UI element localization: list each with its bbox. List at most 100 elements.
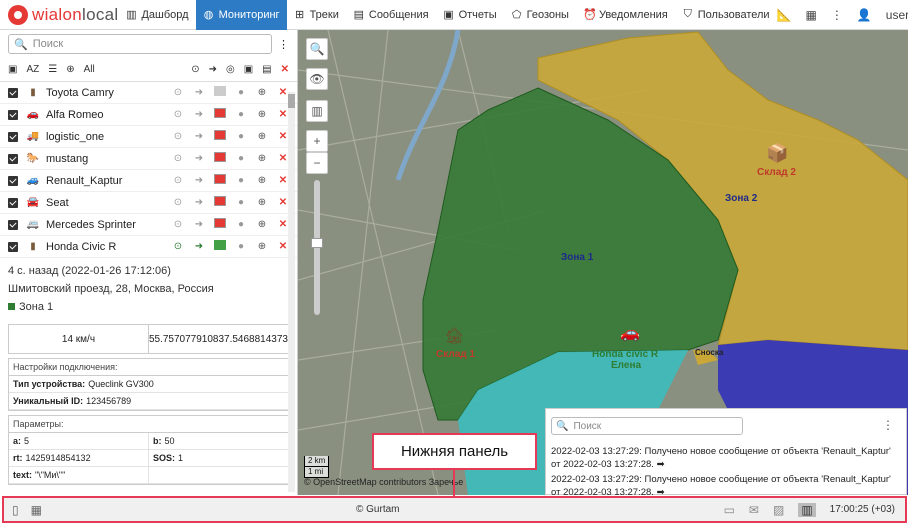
unit-row[interactable]: 🚙 Renault_Kaptur ⊙ ➜ ● ⊕ ✕ bbox=[0, 170, 297, 192]
unit-name[interactable]: mustang bbox=[46, 153, 172, 165]
unit-row[interactable]: 🐎 mustang ⊙ ➜ ● ⊕ ✕ bbox=[0, 148, 297, 170]
zoom-in-button[interactable]: + bbox=[306, 130, 328, 152]
unit-row[interactable]: 🚚 logistic_one ⊙ ➜ ● ⊕ ✕ bbox=[0, 126, 297, 148]
unit-marker-icon[interactable]: 🚗 bbox=[620, 323, 640, 343]
commands-icon[interactable]: ⊕ bbox=[256, 219, 268, 230]
locator-icon[interactable]: ⊙ bbox=[172, 219, 184, 230]
map-layers-icon[interactable]: ▥ bbox=[306, 100, 328, 122]
delete-column-icon[interactable]: ✕ bbox=[281, 64, 289, 75]
nav-item-4[interactable]: ▣ Отчеты bbox=[436, 0, 504, 30]
locator-icon[interactable]: ⊙ bbox=[172, 109, 184, 120]
unit-checkbox[interactable] bbox=[8, 109, 18, 120]
locator-icon[interactable]: ⊙ bbox=[172, 87, 184, 98]
commands-icon[interactable]: ⊕ bbox=[256, 131, 268, 142]
unit-list-scrollbar[interactable] bbox=[288, 92, 295, 492]
ruler-icon[interactable]: 📐 bbox=[777, 8, 792, 22]
unit-checkbox[interactable] bbox=[8, 153, 18, 164]
signal-icon bbox=[214, 108, 226, 121]
unit-map-label: Honda civic R bbox=[592, 349, 659, 360]
online-dot-icon: ● bbox=[237, 219, 245, 230]
unit-name[interactable]: Honda Civic R bbox=[46, 241, 172, 253]
nav-item-1[interactable]: ◍ Мониторинг bbox=[195, 0, 287, 30]
nav-item-5[interactable]: ⬠ Геозоны bbox=[504, 0, 576, 30]
messages-search-input[interactable]: 🔍 Поиск bbox=[551, 417, 743, 435]
motion-state-icon: ➜ bbox=[194, 219, 204, 230]
unit-name[interactable]: Mercedes Sprinter bbox=[46, 219, 172, 231]
globe-icon: ◍ bbox=[203, 9, 214, 21]
apps-grid-icon[interactable]: ▦ bbox=[806, 8, 817, 22]
sort-az-button[interactable]: AZ bbox=[26, 64, 39, 75]
add-units-icon[interactable]: ⊕ bbox=[66, 64, 74, 75]
user-icon[interactable]: 👤 bbox=[857, 8, 872, 22]
logo[interactable]: wialonlocal bbox=[0, 0, 118, 30]
unit-name[interactable]: Seat bbox=[46, 197, 172, 209]
warehouse-2-icon[interactable]: 📦 bbox=[766, 143, 788, 164]
locator-icon[interactable]: ⊙ bbox=[172, 241, 184, 252]
list-icon[interactable]: ☰ bbox=[48, 64, 57, 75]
unit-checkbox[interactable] bbox=[8, 219, 18, 230]
select-all-checkbox[interactable]: ▣ bbox=[8, 64, 17, 75]
nav-item-0[interactable]: ▥ Дашборд bbox=[118, 0, 195, 30]
unit-checkbox[interactable] bbox=[8, 197, 18, 208]
warehouse-1-icon[interactable]: 🏚 bbox=[444, 326, 464, 346]
commands-icon[interactable]: ⊕ bbox=[256, 197, 268, 208]
unit-coords: 55.7570779108 37.5468814373 bbox=[147, 325, 288, 353]
unit-checkbox[interactable] bbox=[8, 131, 18, 142]
apps-grid-icon[interactable]: ▦ bbox=[31, 503, 42, 517]
locator-column-icon[interactable]: ⊙ bbox=[191, 64, 199, 75]
locator-icon[interactable]: ⊙ bbox=[172, 197, 184, 208]
more-menu-icon[interactable]: ⋮ bbox=[831, 8, 843, 22]
unit-checkbox[interactable] bbox=[8, 241, 18, 252]
unit-name[interactable]: Toyota Camry bbox=[46, 87, 172, 99]
nav-label: Дашборд bbox=[141, 8, 189, 21]
unit-name[interactable]: Alfa Romeo bbox=[46, 109, 172, 121]
locator-icon[interactable]: ⊙ bbox=[172, 175, 184, 186]
layout-split-icon[interactable]: ▥ bbox=[798, 502, 816, 517]
map-visibility-icon[interactable]: 👁 bbox=[306, 68, 328, 90]
nav-item-7[interactable]: ⛉ Пользователи bbox=[675, 0, 777, 30]
unit-name[interactable]: Renault_Kaptur bbox=[46, 175, 172, 187]
tracks-icon: ⊞ bbox=[294, 9, 305, 21]
unit-row[interactable]: 🚗 Alfa Romeo ⊙ ➜ ● ⊕ ✕ bbox=[0, 104, 297, 126]
zoom-slider-handle[interactable] bbox=[311, 238, 323, 248]
map-search-icon[interactable]: 🔍 bbox=[306, 38, 328, 60]
user-name[interactable]: user bbox=[886, 8, 908, 22]
locator-icon[interactable]: ⊙ bbox=[172, 131, 184, 142]
motion-column-icon[interactable]: ➜ bbox=[209, 64, 217, 75]
search-icon: 🔍 bbox=[556, 420, 569, 432]
unit-checkbox[interactable] bbox=[8, 87, 18, 98]
nav-item-2[interactable]: ⊞ Треки bbox=[287, 0, 346, 30]
commands-icon[interactable]: ⊕ bbox=[256, 241, 268, 252]
commands-column-icon[interactable]: ▤ bbox=[262, 64, 271, 75]
messages-panel: 🔍 Поиск ⋮ 2022-02-03 13:27:29: Получено … bbox=[545, 408, 907, 498]
commands-icon[interactable]: ⊕ bbox=[256, 87, 268, 98]
messages-window-icon[interactable]: ✉ bbox=[749, 503, 759, 517]
commands-icon[interactable]: ⊕ bbox=[256, 175, 268, 186]
device-column-icon[interactable]: ▣ bbox=[244, 64, 253, 75]
nav-item-6[interactable]: ⏰ Уведомления bbox=[576, 0, 675, 30]
commands-icon[interactable]: ⊕ bbox=[256, 109, 268, 120]
scrollbar-thumb[interactable] bbox=[288, 94, 295, 108]
nav-item-3[interactable]: ▤ Сообщения bbox=[346, 0, 436, 30]
notifications-window-icon[interactable]: ▭ bbox=[724, 503, 735, 517]
image-window-icon[interactable]: ▨ bbox=[773, 503, 784, 517]
all-units-button[interactable]: All bbox=[84, 64, 95, 75]
locator-icon[interactable]: ⊙ bbox=[172, 153, 184, 164]
unit-row[interactable]: 🚘 Seat ⊙ ➜ ● ⊕ ✕ bbox=[0, 192, 297, 214]
signal-column-icon[interactable]: ◎ bbox=[226, 64, 235, 75]
zoom-out-button[interactable]: − bbox=[306, 152, 328, 174]
more-menu-icon[interactable]: ⋮ bbox=[278, 38, 289, 51]
unit-name[interactable]: logistic_one bbox=[46, 131, 172, 143]
unit-row[interactable]: ▮ Toyota Camry ⊙ ➜ ● ⊕ ✕ bbox=[0, 82, 297, 104]
nav-label: Мониторинг bbox=[218, 8, 280, 21]
unit-list: ▮ Toyota Camry ⊙ ➜ ● ⊕ ✕ 🚗 Alfa Romeo ⊙ ➜ ● ⊕ ✕ 🚚 logis… bbox=[0, 82, 297, 258]
go-to-arrow-icon[interactable]: ➡ bbox=[657, 459, 665, 470]
commands-icon[interactable]: ⊕ bbox=[256, 153, 268, 164]
unit-row[interactable]: 🚐 Mercedes Sprinter ⊙ ➜ ● ⊕ ✕ bbox=[0, 214, 297, 236]
toggle-sidebar-icon[interactable]: ▯ bbox=[12, 503, 19, 517]
unit-row[interactable]: ▮ Honda Civic R ⊙ ➜ ● ⊕ ✕ bbox=[0, 236, 297, 258]
unit-search-input[interactable]: 🔍 Поиск bbox=[8, 34, 272, 54]
zone-2-label: Зона 2 bbox=[725, 193, 758, 204]
unit-checkbox[interactable] bbox=[8, 175, 18, 186]
more-menu-icon[interactable]: ⋮ bbox=[882, 418, 894, 432]
